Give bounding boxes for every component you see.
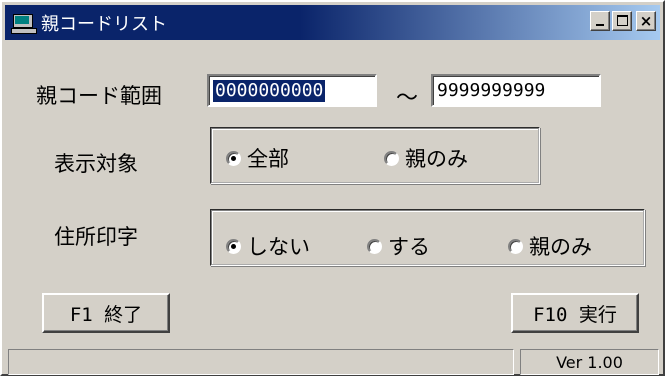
radio-checked-icon[interactable] bbox=[226, 150, 241, 166]
display-target-option-all-label: 全部 bbox=[247, 147, 289, 171]
address-print-option-yes-label: する bbox=[388, 235, 430, 259]
address-print-option-no-label: しない bbox=[247, 235, 310, 259]
radio-unchecked-icon[interactable] bbox=[384, 150, 399, 166]
display-target-group: 全部 親のみ bbox=[210, 127, 540, 184]
display-target-option-all[interactable]: 全部 bbox=[226, 143, 289, 173]
exit-button[interactable]: F1 終了 bbox=[42, 293, 170, 333]
range-to-value: 9999999999 bbox=[437, 80, 546, 101]
display-target-option-parent-only[interactable]: 親のみ bbox=[384, 143, 468, 173]
maximize-button[interactable] bbox=[612, 11, 632, 31]
maximize-icon bbox=[617, 15, 628, 26]
radio-unchecked-icon[interactable] bbox=[508, 238, 523, 254]
range-separator: ～ bbox=[396, 86, 419, 111]
title-bar[interactable]: 親コードリスト × bbox=[5, 5, 660, 40]
address-print-label: 住所印字 bbox=[54, 225, 138, 249]
display-target-option-parent-only-label: 親のみ bbox=[405, 147, 468, 171]
window-controls: × bbox=[590, 11, 656, 31]
radio-unchecked-icon[interactable] bbox=[367, 238, 382, 254]
run-button[interactable]: F10 実行 bbox=[511, 293, 639, 333]
address-print-option-yes[interactable]: する bbox=[367, 231, 430, 261]
version-label: Ver 1.00 bbox=[520, 349, 659, 375]
minimize-button[interactable] bbox=[590, 11, 610, 31]
range-from-value: 0000000000 bbox=[213, 79, 326, 102]
display-target-label: 表示対象 bbox=[54, 152, 138, 176]
minimize-icon bbox=[596, 24, 604, 26]
range-to-input[interactable]: 9999999999 bbox=[431, 74, 601, 107]
address-print-group: しない する 親のみ bbox=[210, 209, 645, 266]
address-print-option-parent-only-label: 親のみ bbox=[529, 235, 592, 259]
status-message bbox=[8, 349, 514, 375]
range-label: 親コード範囲 bbox=[36, 84, 162, 108]
range-from-input[interactable]: 0000000000 bbox=[207, 74, 377, 107]
close-button[interactable]: × bbox=[636, 11, 656, 31]
window-title: 親コードリスト bbox=[41, 13, 167, 35]
radio-checked-icon[interactable] bbox=[226, 238, 241, 254]
app-window: 親コードリスト × 親コード範囲 0000000000 ～ 9999999999… bbox=[0, 0, 665, 376]
address-print-option-no[interactable]: しない bbox=[226, 231, 310, 261]
address-print-option-parent-only[interactable]: 親のみ bbox=[508, 231, 592, 261]
close-icon: × bbox=[639, 12, 653, 30]
computer-icon[interactable] bbox=[11, 12, 37, 34]
status-bar: Ver 1.00 bbox=[8, 349, 659, 375]
